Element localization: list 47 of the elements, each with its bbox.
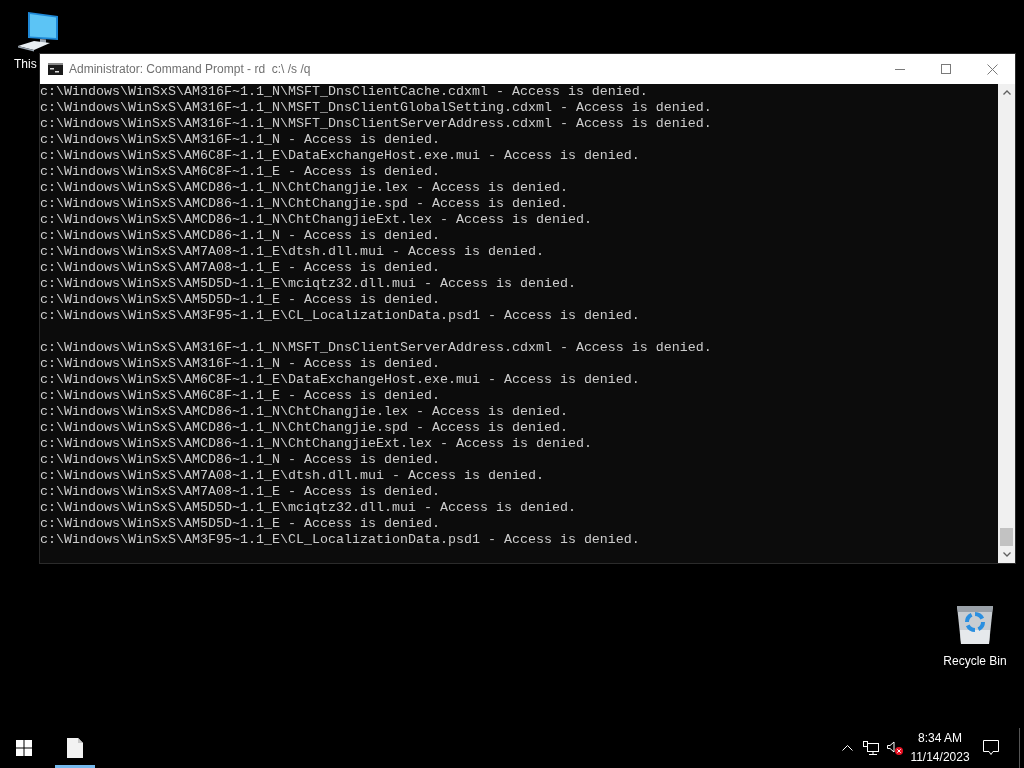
- clock-date: 11/14/2023: [910, 749, 970, 766]
- console-line: c:\Windows\WinSxS\AM316F~1.1_N\MSFT_DnsClientServerAddress.cdxml - Access is denied.: [40, 340, 712, 356]
- console-line: c:\Windows\WinSxS\AMCD86~1.1_N\ChtChangjie.spd - Access is denied.: [40, 196, 568, 212]
- console-line: c:\Windows\WinSxS\AM5D5D~1.1_E - Access is denied.: [40, 516, 440, 532]
- console-line: c:\Windows\WinSxS\AM5D5D~1.1_E\mciqtz32.dll.mui - Access is denied.: [40, 500, 576, 516]
- console-line: c:\Windows\WinSxS\AM316F~1.1_N - Access is denied.: [40, 132, 440, 148]
- console-line: c:\Windows\WinSxS\AMCD86~1.1_N - Access is denied.: [40, 228, 440, 244]
- console-line: c:\Windows\WinSxS\AM7A08~1.1_E - Access is denied.: [40, 484, 440, 500]
- chevron-up-icon: [841, 745, 853, 751]
- close-icon: [986, 63, 998, 75]
- computer-icon: [16, 10, 60, 52]
- console-line: c:\Windows\WinSxS\AMCD86~1.1_N\ChtChangjie.lex - Access is denied.: [40, 180, 568, 196]
- console-line: c:\Windows\WinSxS\AMCD86~1.1_N - Access is denied.: [40, 452, 440, 468]
- maximize-icon: [941, 64, 951, 74]
- desktop-icon-label[interactable]: Recycle Bin: [943, 654, 1007, 668]
- console-line: c:\Windows\WinSxS\AM5D5D~1.1_E - Access is denied.: [40, 292, 440, 308]
- desktop-icon-label[interactable]: This: [14, 57, 37, 71]
- console-line: c:\Windows\WinSxS\AM316F~1.1_N - Access is denied.: [40, 356, 440, 372]
- window-title: Administrator: Command Prompt - rd c:\ /s /q: [69, 61, 311, 78]
- console-line: c:\Windows\WinSxS\AM5D5D~1.1_E\mciqtz32.dll.mui - Access is denied.: [40, 276, 576, 292]
- console-line: c:\Windows\WinSxS\AMCD86~1.1_N\ChtChangjie.spd - Access is denied.: [40, 420, 568, 436]
- clock-time: 8:34 AM: [918, 730, 962, 747]
- console-line: c:\Windows\WinSxS\AM316F~1.1_N\MSFT_DnsClientServerAddress.cdxml - Access is denied.: [40, 116, 712, 132]
- console-line: c:\Windows\WinSxS\AM6C8F~1.1_E\DataExchangeHost.exe.mui - Access is denied.: [40, 372, 640, 388]
- speech-bubble-icon: [983, 740, 999, 756]
- caret-down-icon: [1002, 552, 1011, 557]
- caret-up-icon: [1002, 90, 1011, 95]
- network-icon: [863, 741, 879, 755]
- console-line: c:\Windows\WinSxS\AM6C8F~1.1_E - Access is denied.: [40, 388, 440, 404]
- console-line: c:\Windows\WinSxS\AM7A08~1.1_E\dtsh.dll.mui - Access is denied.: [40, 468, 544, 484]
- document-icon: [67, 738, 83, 758]
- console-line: c:\Windows\WinSxS\AM316F~1.1_N\MSFT_DnsClientCache.cdxml - Access is denied.: [40, 84, 648, 100]
- console-line: c:\Windows\WinSxS\AMCD86~1.1_N\ChtChangjieExt.lex - Access is denied.: [40, 212, 592, 228]
- console-line: c:\Windows\WinSxS\AM6C8F~1.1_E - Access is denied.: [40, 164, 440, 180]
- console-line: c:\Windows\WinSxS\AM7A08~1.1_E - Access is denied.: [40, 260, 440, 276]
- console-line: c:\Windows\WinSxS\AM3F95~1.1_E\CL_LocalizationData.psd1 - Access is denied.: [40, 532, 640, 548]
- clock[interactable]: 8:34 AM 11/14/2023: [907, 728, 973, 768]
- minimize-icon: [895, 68, 905, 70]
- windows-logo-icon: [16, 740, 32, 756]
- console-line: c:\Windows\WinSxS\AM7A08~1.1_E\dtsh.dll.mui - Access is denied.: [40, 244, 544, 260]
- console-line: c:\Windows\WinSxS\AM316F~1.1_N\MSFT_DnsClientGlobalSetting.cdxml - Access is denied.: [40, 100, 712, 116]
- terminal-icon: [48, 63, 63, 75]
- console-line: c:\Windows\WinSxS\AM3F95~1.1_E\CL_LocalizationData.psd1 - Access is denied.: [40, 308, 640, 324]
- scroll-thumb[interactable]: [1000, 528, 1013, 546]
- console-line: c:\Windows\WinSxS\AMCD86~1.1_N\ChtChangjie.lex - Access is denied.: [40, 404, 568, 420]
- console-line: c:\Windows\WinSxS\AMCD86~1.1_N\ChtChangjieExt.lex - Access is denied.: [40, 436, 592, 452]
- console-line: c:\Windows\WinSxS\AM6C8F~1.1_E\DataExchangeHost.exe.mui - Access is denied.: [40, 148, 640, 164]
